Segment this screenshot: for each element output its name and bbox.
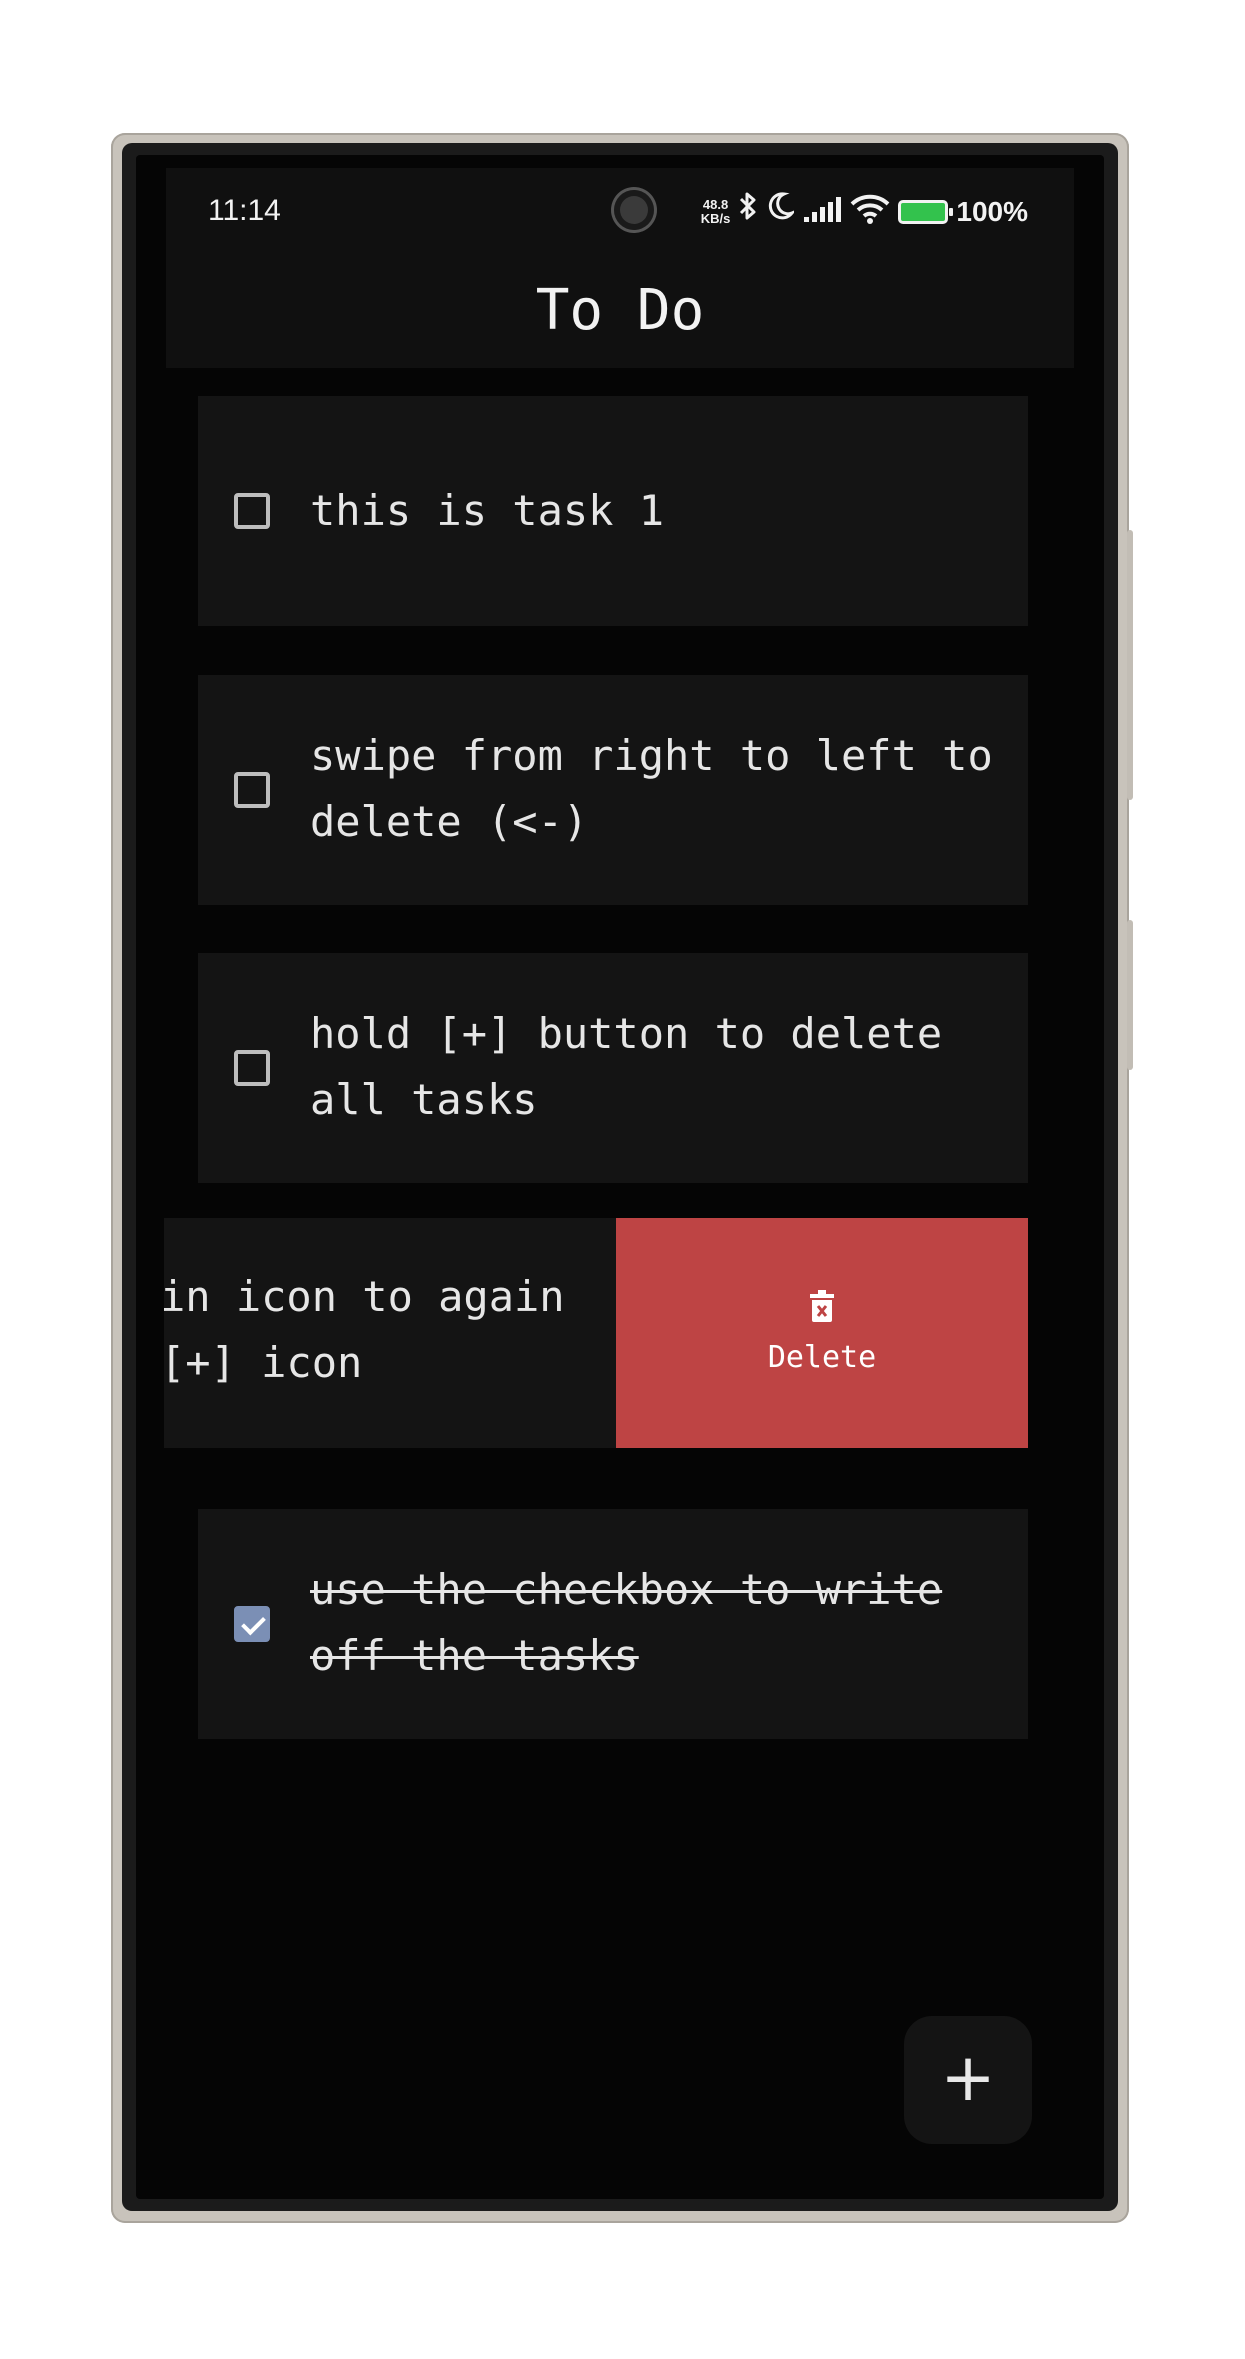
app-title: To Do [535,278,705,343]
battery-charging-icon [898,199,954,224]
net-speed-value: 48.8 [702,196,729,212]
task-checkbox[interactable] [234,772,270,808]
bluetooth-icon [738,190,758,233]
delete-button[interactable]: Delete [616,1218,1028,1448]
task-card[interactable]: swipe from right to left to delete (<-) [198,675,1028,905]
trash-icon [810,1290,834,1322]
wifi-icon [850,194,890,229]
delete-label: Delete [767,1340,877,1375]
task-card[interactable]: this is task 1 [198,396,1028,626]
task-checkbox[interactable] [234,1050,270,1086]
status-icons: 48.8 KB/s 100% [701,190,1028,233]
front-camera [614,190,654,230]
status-bar: 11:14 48.8 KB/s 100% [166,168,1074,256]
task-text: this is task 1 [310,486,665,535]
signal-icon [802,195,842,228]
task-card-swiped[interactable]: in icon to again [+] icon Delete [164,1218,1028,1448]
screen: 11:14 48.8 KB/s 100% To Do this is task … [150,168,1090,2186]
moon-icon [766,191,797,232]
swiped-task-content[interactable]: in icon to again [+] icon [164,1218,616,1448]
task-text: swipe from right to left to delete (<-) [310,731,993,846]
status-time: 11:14 [208,194,281,227]
task-text: in icon to again [+] icon [164,1272,565,1387]
task-checkbox[interactable] [234,493,270,529]
task-card[interactable]: use the checkbox to write off the tasks [198,1509,1028,1739]
plus-icon: + [940,2039,996,2116]
task-card[interactable]: hold [+] button to delete all tasks [198,953,1028,1183]
task-checkbox-checked[interactable] [234,1606,270,1642]
app-bar: To Do [166,256,1074,368]
net-speed-unit: KB/s [700,210,731,226]
net-speed: 48.8 KB/s [700,196,731,226]
battery-percent: 100% [956,195,1028,227]
task-text: hold [+] button to delete all tasks [310,1009,943,1124]
power-button [1127,920,1133,1070]
volume-button [1127,530,1133,800]
task-text-done: use the checkbox to write off the tasks [310,1565,943,1680]
add-task-button[interactable]: + [904,2016,1032,2144]
